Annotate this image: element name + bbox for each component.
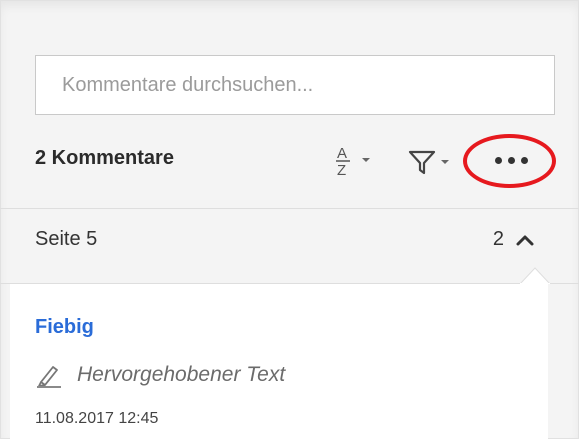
comment-type-label: Hervorgehobener Text <box>77 363 286 386</box>
search-placeholder: Kommentare durchsuchen... <box>62 73 314 96</box>
chevron-up-icon[interactable] <box>513 228 537 252</box>
more-options-icon <box>520 156 528 164</box>
sort-button[interactable]: A Z <box>333 140 383 180</box>
chevron-down-icon <box>441 160 449 164</box>
sort-az-icon: A Z <box>336 145 350 177</box>
svg-text:A: A <box>337 145 347 162</box>
filter-button[interactable] <box>407 144 467 180</box>
more-options-icon <box>507 156 515 164</box>
chevron-down-icon <box>362 158 370 162</box>
more-options-button[interactable] <box>481 140 541 180</box>
highlight-pen-icon <box>37 366 61 388</box>
page-group-header[interactable]: Seite 5 2 <box>35 220 559 260</box>
search-comments-input[interactable]: Kommentare durchsuchen... <box>35 55 555 115</box>
comments-panel: Kommentare durchsuchen... 2 Kommentare A… <box>0 0 579 439</box>
filter-icon <box>408 150 436 175</box>
comment-author: Fiebig <box>35 316 94 338</box>
page-comment-count: 2 <box>492 228 504 250</box>
card-pointer <box>520 267 550 284</box>
svg-text:Z: Z <box>337 162 346 177</box>
more-options-icon <box>494 156 502 164</box>
page-label: Seite 5 <box>35 228 98 250</box>
comment-count: 2 Kommentare <box>35 147 174 169</box>
divider <box>0 208 579 209</box>
comment-date: 11.08.2017 12:45 <box>35 410 159 427</box>
comment-type: Hervorgehobener Text <box>35 362 285 388</box>
comments-toolbar: 2 Kommentare A Z <box>35 140 559 184</box>
